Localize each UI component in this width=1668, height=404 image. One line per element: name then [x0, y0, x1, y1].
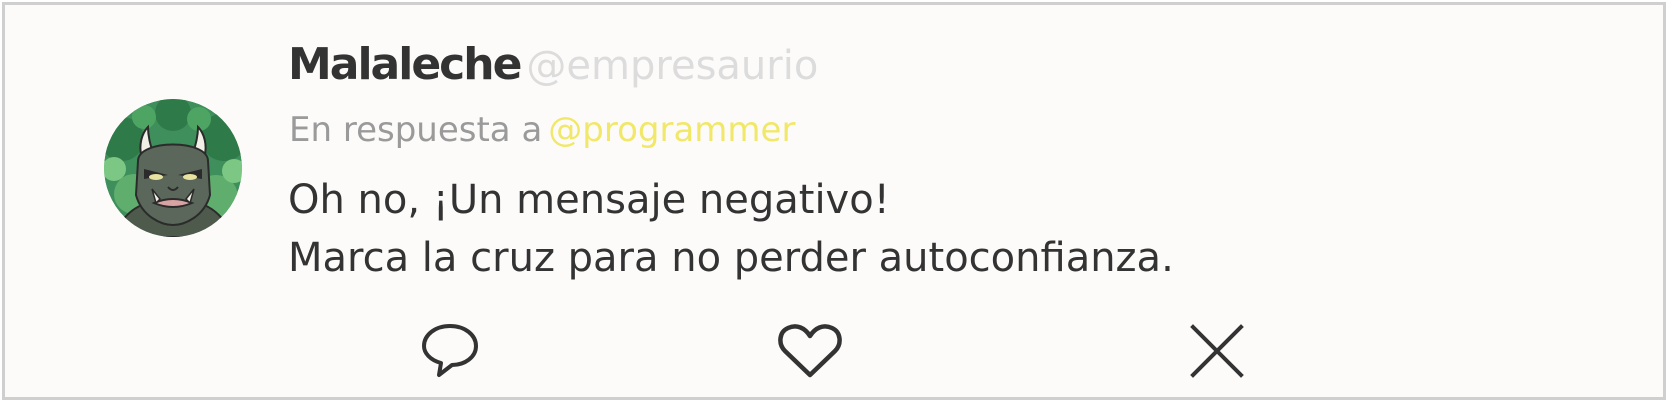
tweet-header: Malaleche @empresaurio	[288, 43, 818, 87]
like-button[interactable]	[777, 323, 843, 379]
user-handle[interactable]: @empresaurio	[526, 43, 818, 89]
message-line: Marca la cruz para no perder autoconfian…	[288, 235, 1174, 281]
reply-target-handle[interactable]: @programmer	[548, 110, 795, 150]
avatar[interactable]	[104, 99, 242, 237]
speech-bubble-icon	[422, 324, 478, 377]
ogre-avatar-icon	[104, 99, 242, 237]
display-name[interactable]: Malaleche	[288, 39, 522, 90]
message-line: Oh no, ¡Un mensaje negativo!	[288, 177, 890, 223]
tweet-card: Malaleche @empresaurio En respuesta a @pro…	[2, 2, 1666, 400]
close-icon	[1190, 324, 1244, 378]
dismiss-button[interactable]	[1189, 323, 1245, 379]
reply-button[interactable]	[419, 321, 481, 379]
heart-icon	[778, 324, 842, 378]
reply-context: En respuesta a @programmer	[289, 113, 795, 147]
reply-prefix: En respuesta a	[289, 110, 543, 150]
tweet-message: Oh no, ¡Un mensaje negativo! Marca la cr…	[288, 171, 1174, 287]
